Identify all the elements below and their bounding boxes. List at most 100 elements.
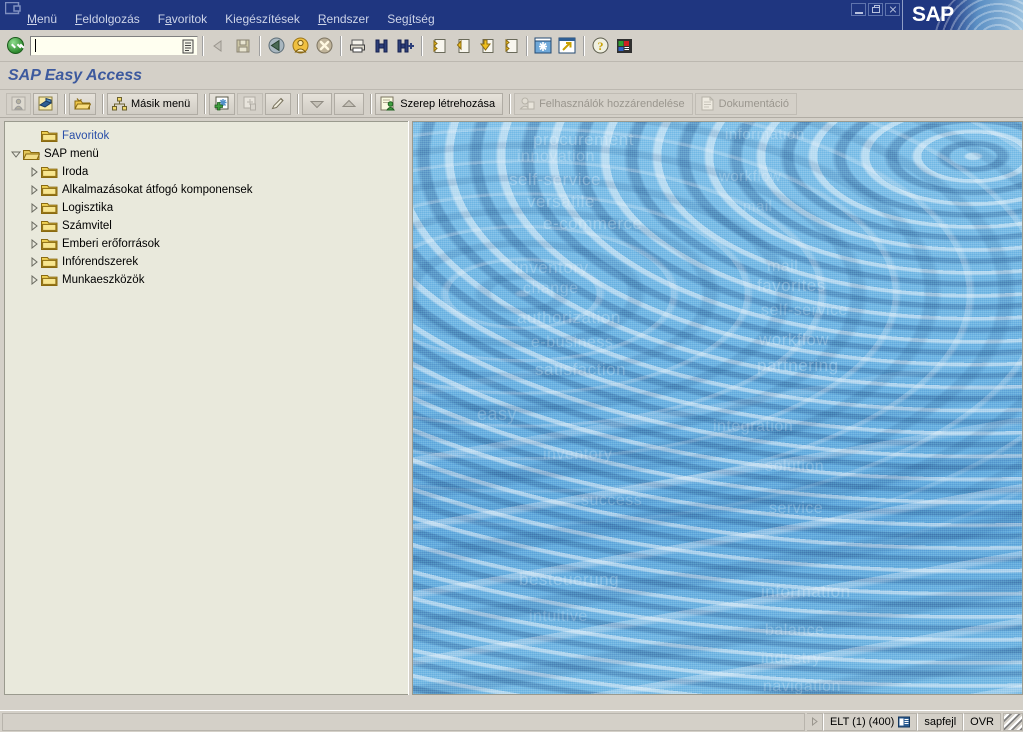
tree-node[interactable]: Munkaeszközök bbox=[5, 271, 408, 289]
move-up-icon[interactable] bbox=[334, 92, 365, 115]
find-next-icon[interactable] bbox=[393, 34, 417, 58]
menu-item-edit[interactable]: Feldolgozás bbox=[66, 12, 149, 27]
tree-expander-closed-icon[interactable] bbox=[27, 219, 41, 233]
documentation-label: Dokumentáció bbox=[718, 97, 789, 110]
sap-logo-area: SAP bbox=[903, 0, 1023, 30]
tree-node[interactable]: Iroda bbox=[5, 163, 408, 181]
enter-ok-icon[interactable] bbox=[4, 34, 26, 57]
tree-expander-closed-icon[interactable] bbox=[27, 201, 41, 215]
main-content: Favoritok SAP menü Iroda Alkalmazásokat átf… bbox=[0, 118, 1023, 698]
create-shortcut-icon[interactable] bbox=[555, 34, 579, 58]
create-session-icon[interactable] bbox=[531, 34, 555, 58]
toolbar-divider bbox=[509, 93, 511, 114]
folder-closed-icon bbox=[41, 129, 58, 143]
close-button[interactable] bbox=[885, 3, 900, 16]
status-expand-icon[interactable] bbox=[806, 712, 823, 731]
menu-item-menu[interactable]: MMenüenü bbox=[18, 12, 66, 27]
tree-node-label: Számvitel bbox=[62, 220, 112, 232]
toolbar-divider bbox=[297, 93, 299, 114]
print-icon[interactable] bbox=[345, 34, 369, 58]
page-title-row: SAP Easy Access bbox=[0, 62, 1023, 90]
system-toolbar: ? bbox=[0, 30, 1023, 62]
cancel-icon[interactable] bbox=[312, 34, 336, 58]
change-favorite-icon[interactable] bbox=[265, 92, 292, 115]
tree-expander-none bbox=[27, 129, 41, 143]
tree-node[interactable]: Emberi erőforrások bbox=[5, 235, 408, 253]
status-bar: ELT (1) (400) sapfejl OVR bbox=[0, 710, 1023, 732]
status-system-cell[interactable]: ELT (1) (400) bbox=[822, 712, 918, 731]
tree-node[interactable]: Favoritok bbox=[5, 127, 408, 145]
delete-favorite-icon[interactable] bbox=[237, 92, 264, 115]
minimize-button[interactable] bbox=[851, 3, 866, 16]
menu-item-system[interactable]: Rendszer bbox=[309, 12, 378, 27]
command-field[interactable] bbox=[30, 35, 198, 56]
documentation-button[interactable]: Dokumentáció bbox=[694, 92, 797, 115]
restore-button[interactable] bbox=[868, 3, 883, 16]
toolbar-divider bbox=[370, 93, 372, 114]
tree-expander-closed-icon[interactable] bbox=[27, 273, 41, 287]
other-menu-lock-icon[interactable] bbox=[6, 92, 31, 115]
assign-users-button[interactable]: Felhasználók hozzárendelése bbox=[514, 92, 693, 115]
toolbar-divider bbox=[64, 93, 65, 114]
status-server-text: sapfejl bbox=[924, 715, 957, 728]
status-system-text: ELT (1) (400) bbox=[829, 715, 895, 728]
tree-node-label: Favoritok bbox=[62, 130, 110, 142]
create-role-label: Szerep létrehozása bbox=[400, 97, 496, 110]
next-page-icon[interactable] bbox=[474, 34, 498, 58]
page-title: SAP Easy Access bbox=[8, 66, 143, 84]
command-field-dropdown-icon[interactable] bbox=[182, 39, 195, 54]
svg-text:?: ? bbox=[597, 39, 603, 53]
save-icon[interactable] bbox=[231, 34, 255, 58]
tree-node[interactable]: SAP menü bbox=[5, 145, 408, 163]
sap-menu-tree: Favoritok SAP menü Iroda Alkalmazásokat átf… bbox=[5, 122, 408, 289]
find-icon[interactable] bbox=[369, 34, 393, 58]
sap-logo: SAP bbox=[912, 3, 954, 26]
status-server-cell[interactable]: sapfejl bbox=[917, 712, 964, 731]
tree-node[interactable]: Számvitel bbox=[5, 217, 408, 235]
back-icon[interactable] bbox=[207, 34, 231, 58]
status-insert-mode-cell[interactable]: OVR bbox=[963, 712, 1001, 731]
tree-node[interactable]: Infórendszerek bbox=[5, 253, 408, 271]
first-page-icon[interactable] bbox=[426, 34, 450, 58]
application-toolbar: Másik menü Szerep létrehozása Felhasznál… bbox=[0, 90, 1023, 118]
tree-expander-closed-icon[interactable] bbox=[27, 183, 41, 197]
toolbar-divider bbox=[421, 35, 422, 56]
title-bar: MMenüenü Feldolgozás Favoritok Kiegészít… bbox=[0, 0, 1023, 30]
tree-expander-closed-icon[interactable] bbox=[27, 237, 41, 251]
menu-item-favorites[interactable]: Favoritok bbox=[149, 12, 216, 27]
exit-icon[interactable] bbox=[288, 34, 312, 58]
server-icon bbox=[898, 716, 911, 727]
previous-page-icon[interactable] bbox=[450, 34, 474, 58]
user-menu-icon[interactable] bbox=[33, 92, 58, 115]
menu-item-help[interactable]: Segítség bbox=[378, 12, 443, 27]
favorites-folder-icon[interactable] bbox=[69, 92, 96, 115]
status-message bbox=[2, 712, 805, 731]
tree-expander-open-icon[interactable] bbox=[9, 147, 23, 161]
sap-water-ripple-image: procurement information innovation self-ser… bbox=[413, 121, 1023, 695]
tree-node-label: Infórendszerek bbox=[62, 256, 139, 268]
create-role-button[interactable]: Szerep létrehozása bbox=[375, 92, 504, 115]
tree-node[interactable]: Alkalmazásokat átfogó komponensek bbox=[5, 181, 408, 199]
toolbar-divider bbox=[202, 35, 203, 56]
last-page-icon[interactable] bbox=[498, 34, 522, 58]
tree-expander-closed-icon[interactable] bbox=[27, 165, 41, 179]
customize-layout-icon[interactable] bbox=[612, 34, 636, 58]
resize-grip[interactable] bbox=[1003, 712, 1023, 731]
toolbar-divider bbox=[204, 93, 206, 114]
folder-open-icon bbox=[22, 147, 41, 161]
toolbar-divider bbox=[259, 35, 260, 56]
menu-bar: MMenüenü Feldolgozás Favoritok Kiegészít… bbox=[18, 12, 444, 27]
tree-node-label: Alkalmazásokat átfogó komponensek bbox=[62, 184, 253, 196]
tree-node[interactable]: Logisztika bbox=[5, 199, 408, 217]
back-green-icon[interactable] bbox=[264, 34, 288, 58]
menu-item-extras[interactable]: Kiegészítések bbox=[216, 12, 309, 27]
move-down-icon[interactable] bbox=[302, 92, 333, 115]
toolbar-divider bbox=[340, 35, 341, 56]
tree-expander-closed-icon[interactable] bbox=[27, 255, 41, 269]
other-menu-button[interactable]: Másik menü bbox=[107, 92, 199, 115]
status-insert-mode-text: OVR bbox=[970, 715, 994, 728]
help-icon[interactable]: ? bbox=[588, 34, 612, 58]
toolbar-divider bbox=[583, 35, 584, 56]
tree-node-label: Munkaeszközök bbox=[62, 274, 145, 286]
create-favorite-icon[interactable] bbox=[209, 92, 236, 115]
